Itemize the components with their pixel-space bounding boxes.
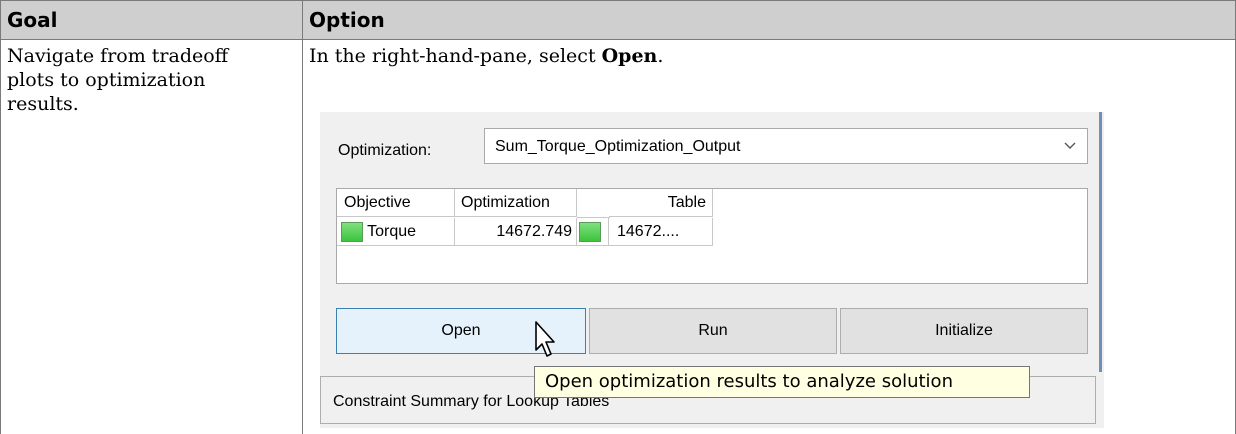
objective-name: Torque [367,223,416,240]
column-header[interactable]: Table [609,189,713,217]
option-instruction: In the right-hand-pane, select Open. [309,44,1229,68]
optimization-dropdown-value: Sum_Torque_Optimization_Output [495,138,740,156]
optimization-dropdown[interactable]: Sum_Torque_Optimization_Output [484,128,1088,164]
optimization-label: Optimization: [338,142,431,160]
column-header[interactable]: Objective [337,189,455,217]
instruction-suffix: . [657,45,663,67]
initialize-button[interactable]: Initialize [840,308,1088,354]
status-cell [577,218,609,246]
goal-line: plots to optimization [7,68,296,92]
run-button[interactable]: Run [589,308,837,354]
optimization-value-cell: 14672.749 [455,218,577,246]
column-header[interactable] [577,189,610,218]
goal-header: Goal [1,1,303,40]
option-header: Option [303,1,1236,40]
objective-cell: Torque [337,218,455,246]
goal-line: results. [7,92,296,116]
goal-line: Navigate from tradeoff [7,44,296,68]
table-header-row: Goal Option [1,1,1236,40]
objective-grid[interactable]: Objective Optimization Table Torque 1467… [336,188,1088,284]
tooltip: Open optimization results to analyze sol… [534,366,1030,398]
instruction-bold: Open [602,45,658,67]
table-row[interactable]: Torque 14672.749 14672.... [337,218,1087,247]
instruction-prefix: In the right-hand-pane, select [309,45,602,67]
status-swatch-icon [579,222,601,242]
chevron-down-icon[interactable] [1063,135,1077,162]
grid-header: Objective Optimization Table [337,189,1087,218]
column-header[interactable]: Optimization [455,189,577,217]
mouse-pointer-icon [522,320,562,366]
status-swatch-icon [341,222,363,242]
table-value-cell: 14672.... [609,218,713,246]
goal-cell: Navigate from tradeoff plots to optimiza… [1,40,303,434]
